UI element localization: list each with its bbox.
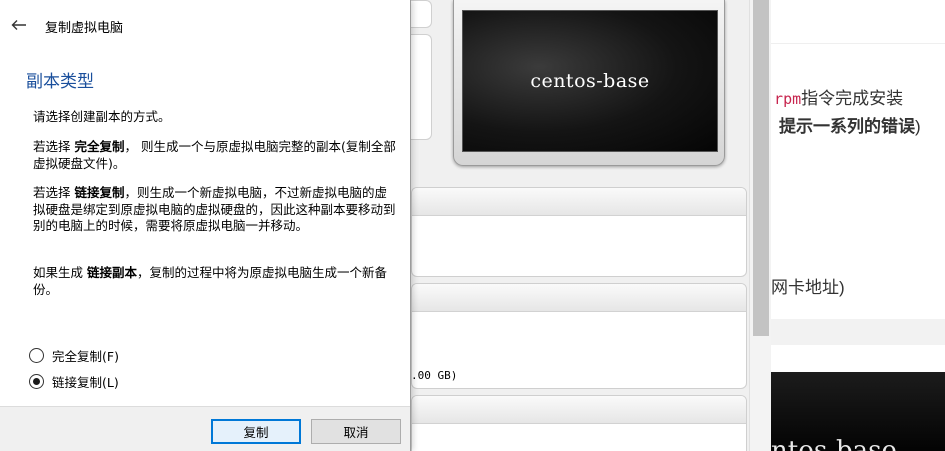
details-section-display bbox=[411, 187, 747, 277]
details-panel-fragment bbox=[411, 34, 432, 140]
page-title: 副本类型 bbox=[26, 72, 94, 92]
scrollbar-thumb[interactable] bbox=[753, 0, 769, 336]
details-section-audio bbox=[411, 395, 747, 451]
arrow-left-icon bbox=[11, 20, 26, 30]
full-clone-radio[interactable]: 完全复制(F) bbox=[29, 346, 119, 365]
radio-button[interactable] bbox=[29, 348, 44, 363]
article-line: 提示一系列的错误) bbox=[779, 117, 921, 136]
article-page: 4.rpm指令完成安装 提示一系列的错误) 网卡地址) ntos-base bbox=[771, 0, 945, 451]
dialog-title: 复制虚拟电脑 bbox=[45, 21, 124, 36]
article-line: 网卡地址) bbox=[771, 278, 845, 297]
disk-size-text: .00 GB) bbox=[411, 369, 458, 382]
details-section-storage bbox=[411, 283, 747, 389]
dialog-button-bar: 复制 取消 bbox=[0, 406, 410, 451]
details-panel-fragment bbox=[411, 0, 432, 28]
dialog-titlebar: 复制虚拟电脑 bbox=[0, 0, 410, 50]
section-header[interactable] bbox=[412, 188, 746, 216]
linked-clone-description: 若选择 链接复制，则生成一个新虚拟电脑，不过新虚拟电脑的虚拟硬盘是绑定到原虚拟电… bbox=[33, 185, 396, 233]
radio-label: 链接复制(L) bbox=[52, 375, 119, 390]
details-scrollbar[interactable] bbox=[749, 0, 771, 451]
intro-text: 请选择创建副本的方式。 bbox=[33, 109, 171, 124]
article-line: 4.rpm指令完成安装 bbox=[771, 89, 904, 108]
section-header[interactable] bbox=[412, 396, 746, 424]
section-header[interactable] bbox=[412, 284, 746, 312]
back-button[interactable] bbox=[8, 14, 30, 36]
cancel-button[interactable]: 取消 bbox=[311, 419, 401, 444]
article-screenshot-image: ntos-base bbox=[771, 372, 945, 451]
radio-label: 完全复制(F) bbox=[52, 349, 119, 364]
clone-vm-dialog: 复制虚拟电脑 副本类型 请选择创建副本的方式。 若选择 完全复制， 则生成一个与… bbox=[0, 0, 411, 451]
snapshot-description: 如果生成 链接副本，复制的过程中将为原虚拟电脑生成一个新备份。 bbox=[33, 265, 388, 297]
linked-clone-radio[interactable]: 链接复制(L) bbox=[29, 372, 119, 391]
full-clone-description: 若选择 完全复制， 则生成一个与原虚拟电脑完整的副本(复制全部虚拟硬盘文件)。 bbox=[33, 139, 396, 171]
article-code-block bbox=[771, 319, 945, 345]
vm-preview-screen: centos-base bbox=[462, 10, 718, 152]
virtualbox-main-window: centos-base .00 GB) bbox=[411, 0, 771, 451]
radio-button[interactable] bbox=[29, 374, 44, 389]
clone-button[interactable]: 复制 bbox=[211, 419, 301, 444]
vm-preview-name: centos-base bbox=[530, 70, 650, 92]
vm-preview-panel: centos-base bbox=[453, 0, 725, 166]
article-topbar bbox=[771, 0, 945, 44]
